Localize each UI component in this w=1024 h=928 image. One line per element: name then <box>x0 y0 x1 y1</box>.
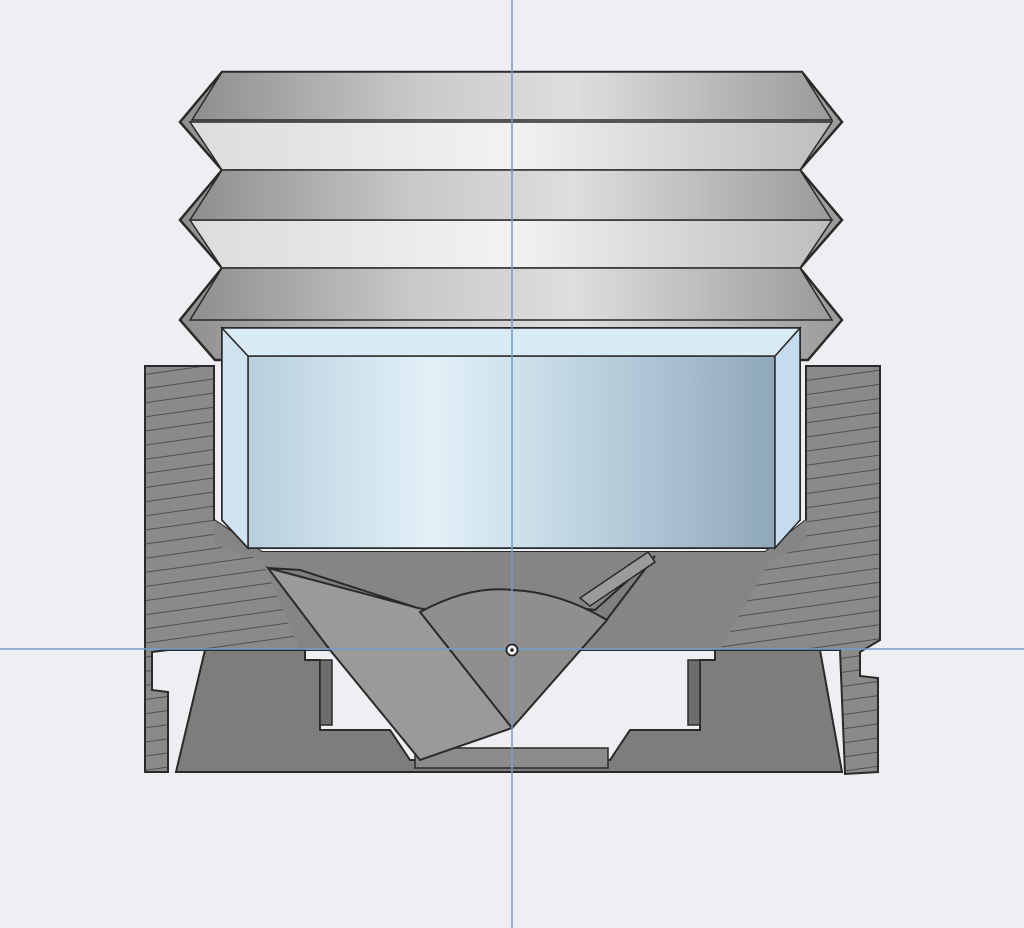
cad-viewport[interactable] <box>0 0 1024 928</box>
bellows-fold-4 <box>188 267 834 321</box>
bellows-fold-1 <box>188 121 834 171</box>
bellows[interactable] <box>178 70 844 362</box>
origin-point-icon[interactable] <box>505 643 519 657</box>
insert-cup[interactable] <box>220 326 802 550</box>
insert-left-wall <box>221 326 249 550</box>
insert-rim <box>220 327 802 357</box>
slot-right <box>687 659 701 726</box>
bellows-fold-3 <box>188 169 834 221</box>
cad-canvas[interactable] <box>0 0 1024 928</box>
bellows-fold-2 <box>188 219 834 269</box>
insert-right-wall <box>774 326 801 550</box>
slot-left <box>319 659 333 726</box>
